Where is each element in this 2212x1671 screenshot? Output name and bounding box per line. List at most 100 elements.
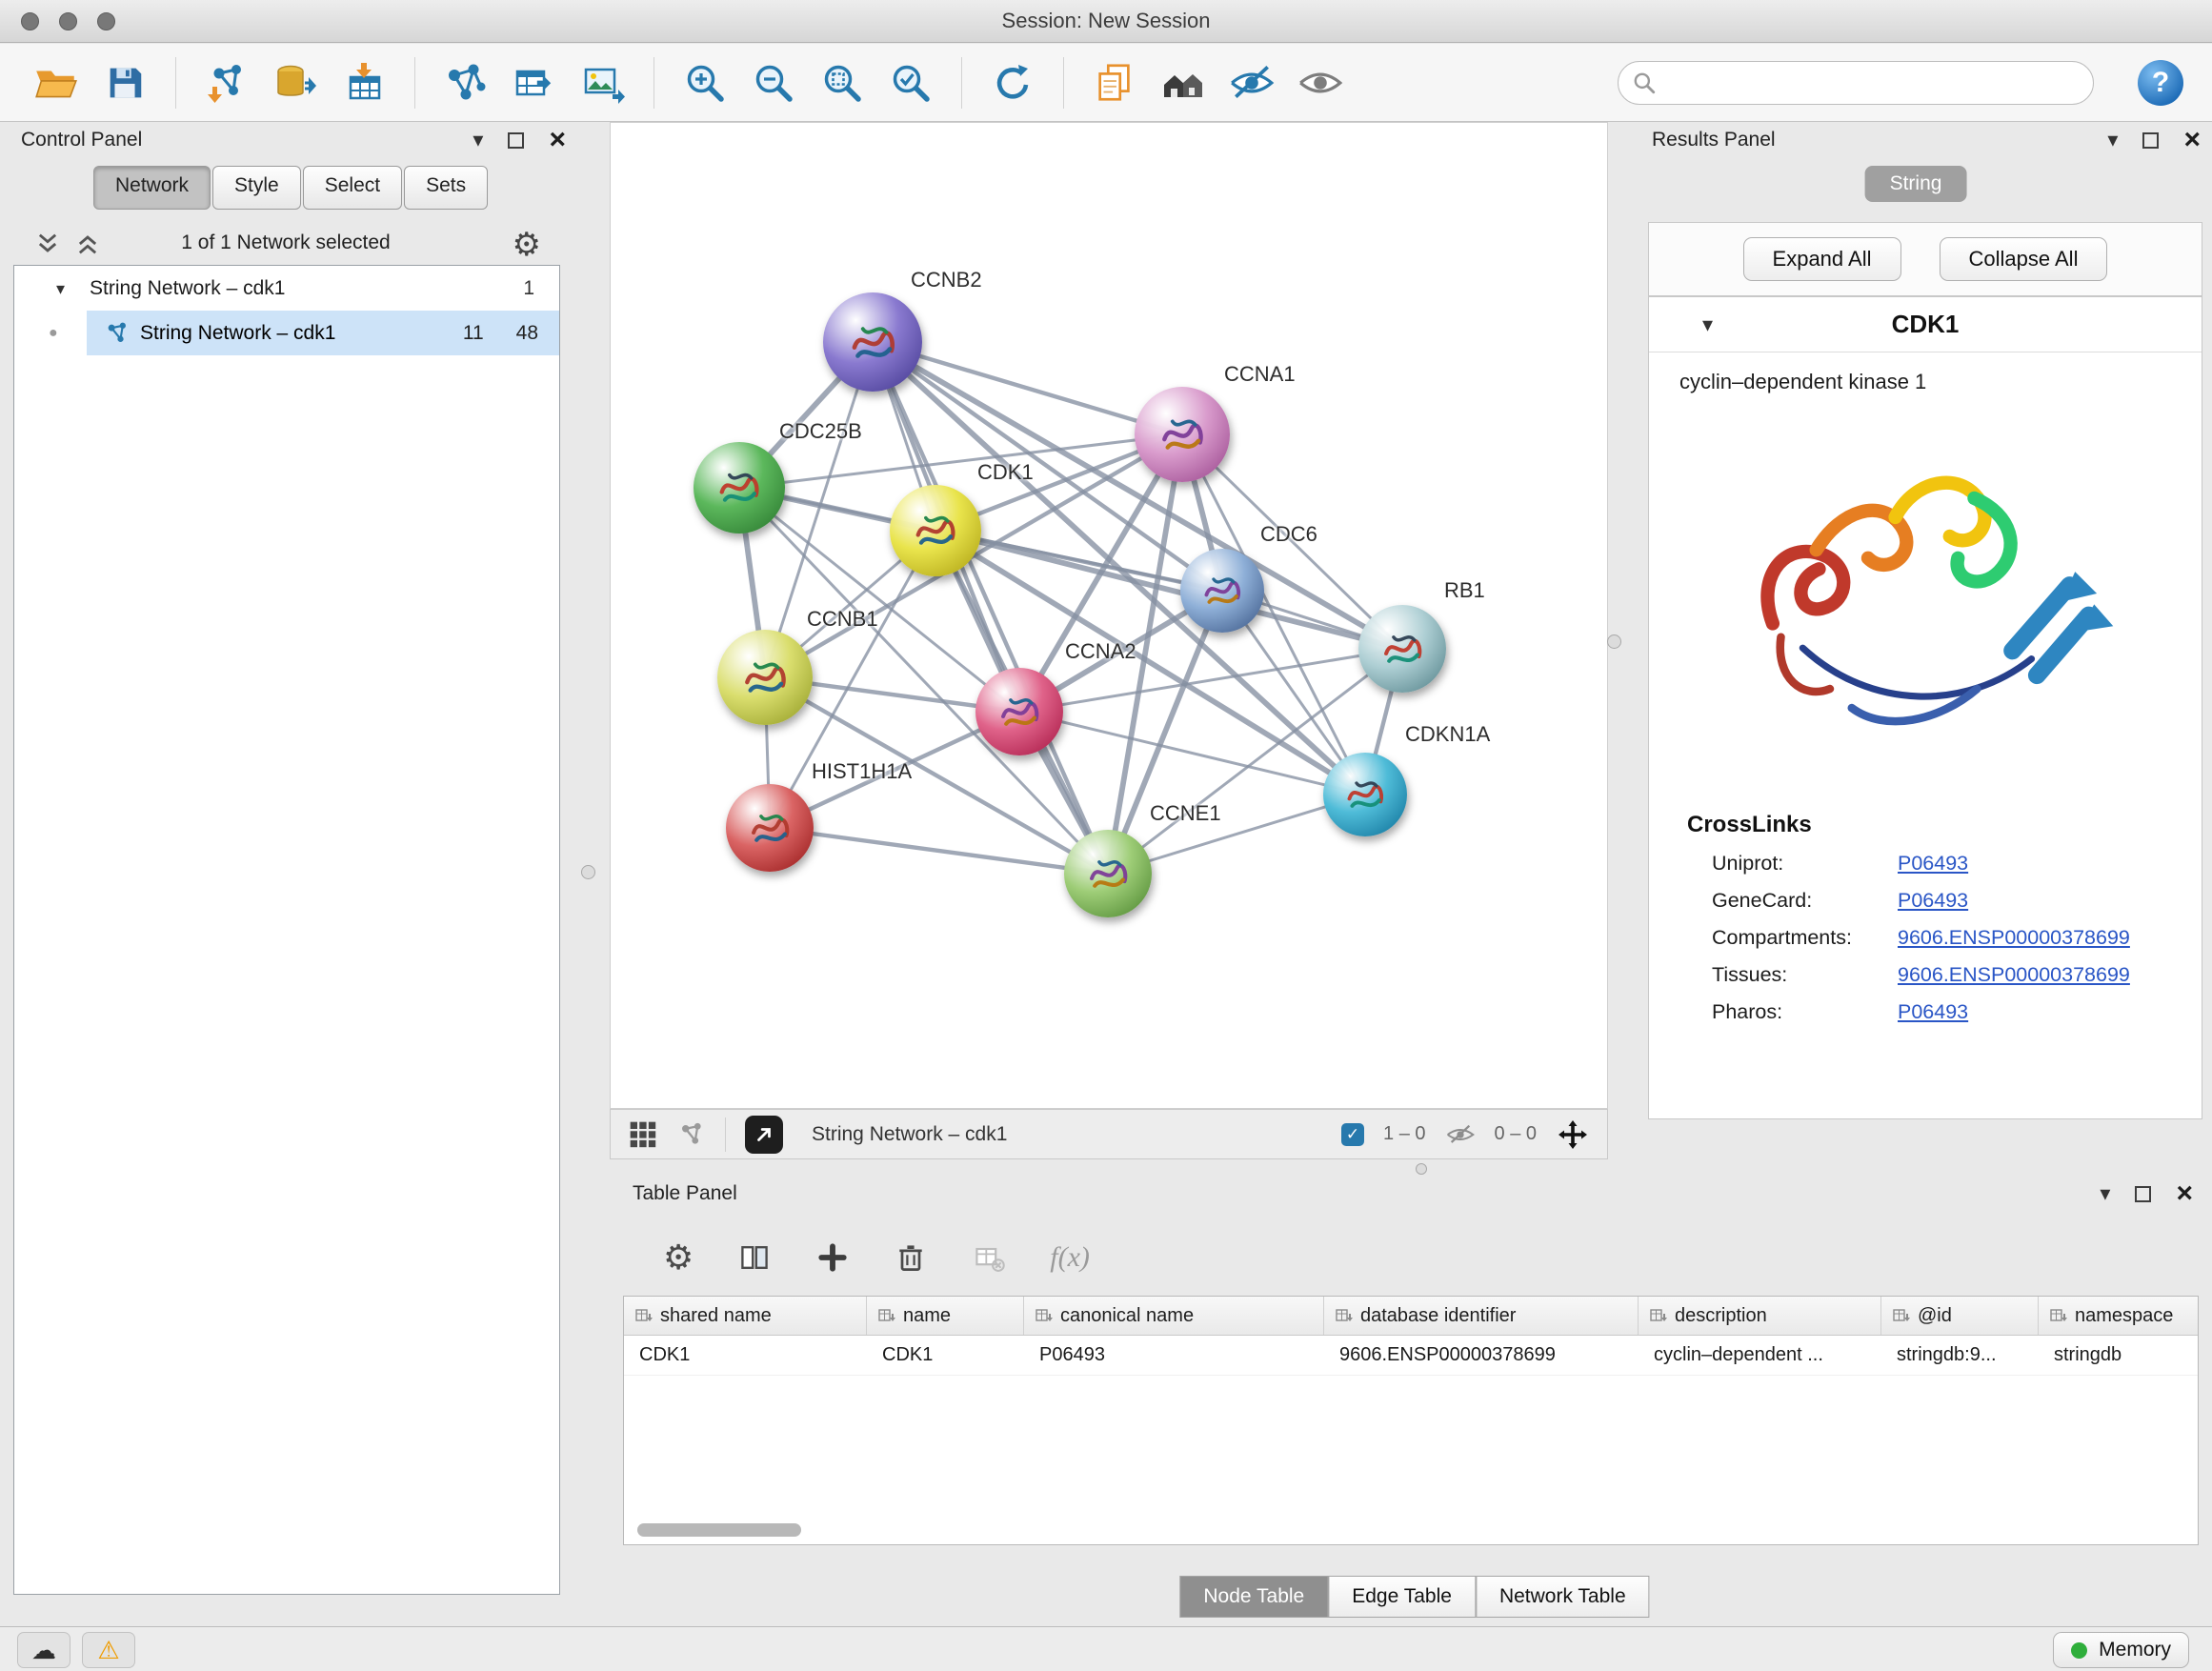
tab-sets[interactable]: Sets bbox=[404, 166, 488, 210]
tab-edge-table[interactable]: Edge Table bbox=[1328, 1576, 1476, 1618]
copy-document-icon bbox=[1093, 61, 1136, 105]
table-settings-icon[interactable]: ⚙ bbox=[663, 1238, 694, 1278]
control-panel-title: Control Panel bbox=[21, 129, 142, 151]
show-all-button[interactable] bbox=[1293, 55, 1348, 111]
network-node-label: CCNA1 bbox=[1224, 362, 1296, 387]
network-edges bbox=[611, 123, 1608, 1109]
crosslink-pharos-link[interactable]: P06493 bbox=[1898, 1000, 1968, 1024]
network-view-icon[interactable] bbox=[677, 1120, 706, 1149]
network-node-ccne1[interactable] bbox=[1064, 830, 1152, 917]
import-network-file-button[interactable] bbox=[199, 55, 254, 111]
show-columns-icon[interactable] bbox=[737, 1240, 772, 1275]
memory-button[interactable]: Memory bbox=[2053, 1632, 2189, 1668]
column-header-database-identifier[interactable]: database identifier bbox=[1324, 1297, 1639, 1335]
collapse-gene-icon[interactable]: ▾ bbox=[1702, 314, 1713, 335]
tab-network[interactable]: Network bbox=[93, 166, 211, 210]
network-node-ccnb2[interactable] bbox=[823, 292, 922, 392]
zoom-window-button[interactable] bbox=[97, 12, 115, 30]
expand-all-button[interactable]: Expand All bbox=[1743, 237, 1901, 281]
hide-selected-button[interactable] bbox=[1224, 55, 1279, 111]
eye-hide-icon bbox=[1228, 59, 1276, 107]
eye-icon bbox=[1297, 59, 1344, 107]
close-panel-icon[interactable]: × bbox=[549, 126, 566, 154]
panel-menu-icon[interactable]: ▾ bbox=[2107, 130, 2118, 151]
export-table-button[interactable] bbox=[507, 55, 562, 111]
results-panel: Results Panel ▾ × String Expand All Coll… bbox=[1619, 122, 2212, 1162]
delete-column-icon[interactable] bbox=[894, 1240, 928, 1275]
column-header-name[interactable]: name bbox=[867, 1297, 1024, 1335]
panel-menu-icon[interactable]: ▾ bbox=[2100, 1183, 2110, 1204]
results-panel-title: Results Panel bbox=[1652, 129, 1776, 151]
cell-shared-name: CDK1 bbox=[624, 1336, 867, 1375]
search-input[interactable] bbox=[1657, 64, 2093, 102]
close-panel-icon[interactable]: × bbox=[2176, 1179, 2193, 1208]
float-window-icon[interactable] bbox=[2142, 132, 2159, 149]
column-type-icon bbox=[1036, 1307, 1053, 1324]
export-image-button[interactable] bbox=[575, 55, 631, 111]
network-node-ccna2[interactable] bbox=[975, 668, 1063, 755]
collapse-all-button[interactable]: Collapse All bbox=[1940, 237, 2108, 281]
pan-move-icon[interactable] bbox=[1556, 1117, 1590, 1152]
grid-view-icon[interactable] bbox=[628, 1119, 658, 1150]
tab-node-table[interactable]: Node Table bbox=[1179, 1576, 1328, 1618]
float-window-icon[interactable] bbox=[508, 132, 524, 149]
toolbar-separator bbox=[175, 57, 176, 109]
network-node-cdkn1a[interactable] bbox=[1323, 753, 1407, 836]
network-node-hist1h1a[interactable] bbox=[726, 784, 814, 872]
save-session-button[interactable] bbox=[97, 55, 152, 111]
add-column-icon[interactable] bbox=[815, 1240, 850, 1275]
column-header-canonical-name[interactable]: canonical name bbox=[1024, 1297, 1324, 1335]
gear-icon[interactable]: ⚙ bbox=[513, 225, 541, 265]
cloud-status-button[interactable]: ☁ bbox=[17, 1632, 70, 1668]
help-button[interactable]: ? bbox=[2138, 60, 2183, 106]
column-header-id[interactable]: @id bbox=[1881, 1297, 2039, 1335]
network-node-cdc25b[interactable] bbox=[694, 442, 785, 534]
network-node-ccnb1[interactable] bbox=[717, 630, 813, 725]
import-network-database-button[interactable] bbox=[268, 55, 323, 111]
zoom-out-button[interactable] bbox=[746, 55, 801, 111]
close-window-button[interactable] bbox=[21, 12, 39, 30]
zoom-in-button[interactable] bbox=[677, 55, 733, 111]
network-node-ccna1[interactable] bbox=[1135, 387, 1230, 482]
warnings-button[interactable]: ⚠ bbox=[82, 1632, 135, 1668]
network-collection-row[interactable]: ▾ String Network – cdk1 1 bbox=[14, 266, 559, 311]
crosslink-uniprot-link[interactable]: P06493 bbox=[1898, 852, 1968, 876]
crosslink-genecard-link[interactable]: P06493 bbox=[1898, 889, 1968, 913]
column-header-description[interactable]: description bbox=[1639, 1297, 1881, 1335]
crosslink-label: GeneCard: bbox=[1712, 889, 1898, 913]
network-node-cdc6[interactable] bbox=[1180, 549, 1264, 633]
minimize-window-button[interactable] bbox=[59, 12, 77, 30]
open-session-button[interactable] bbox=[29, 55, 84, 111]
tab-select[interactable]: Select bbox=[303, 166, 402, 210]
tab-string[interactable]: String bbox=[1865, 166, 1967, 202]
float-window-icon[interactable] bbox=[2135, 1186, 2151, 1202]
column-header-namespace[interactable]: namespace bbox=[2039, 1297, 2199, 1335]
home-button[interactable] bbox=[1156, 55, 1211, 111]
vertical-splitter-handle[interactable] bbox=[581, 865, 595, 879]
network-node-cdk1[interactable] bbox=[890, 485, 981, 576]
memory-label: Memory bbox=[2099, 1639, 2171, 1661]
collection-expand-icon[interactable]: ▾ bbox=[56, 280, 65, 297]
crosslink-tissues-link[interactable]: 9606.ENSP00000378699 bbox=[1898, 963, 2130, 987]
crosslink-compartments-link[interactable]: 9606.ENSP00000378699 bbox=[1898, 926, 2130, 950]
import-table-button[interactable] bbox=[336, 55, 392, 111]
tab-network-table[interactable]: Network Table bbox=[1476, 1576, 1650, 1618]
column-header-shared-name[interactable]: shared name bbox=[624, 1297, 867, 1335]
refresh-layout-button[interactable] bbox=[985, 55, 1040, 111]
new-network-button[interactable] bbox=[438, 55, 493, 111]
zoom-fit-button[interactable] bbox=[814, 55, 870, 111]
network-node-rb1[interactable] bbox=[1358, 605, 1446, 693]
network-row[interactable]: ● String Network – cdk1 11 48 bbox=[14, 311, 559, 355]
selected-checkbox-icon[interactable]: ✓ bbox=[1341, 1123, 1364, 1146]
network-canvas[interactable]: CCNB2CCNA1CDC25BCDK1CDC6RB1CCNB1CCNA2CDK… bbox=[610, 122, 1608, 1109]
detach-view-button[interactable] bbox=[745, 1116, 783, 1154]
close-panel-icon[interactable]: × bbox=[2183, 126, 2201, 154]
horizontal-scrollbar[interactable] bbox=[637, 1523, 801, 1537]
protein-thumbnail-icon bbox=[904, 499, 966, 561]
tab-style[interactable]: Style bbox=[212, 166, 301, 210]
panel-menu-icon[interactable]: ▾ bbox=[473, 130, 483, 151]
duplicate-document-button[interactable] bbox=[1087, 55, 1142, 111]
table-row[interactable]: CDK1 CDK1 P06493 9606.ENSP00000378699 cy… bbox=[624, 1336, 2198, 1376]
zoom-selected-button[interactable] bbox=[883, 55, 938, 111]
network-node-icon bbox=[104, 320, 131, 347]
